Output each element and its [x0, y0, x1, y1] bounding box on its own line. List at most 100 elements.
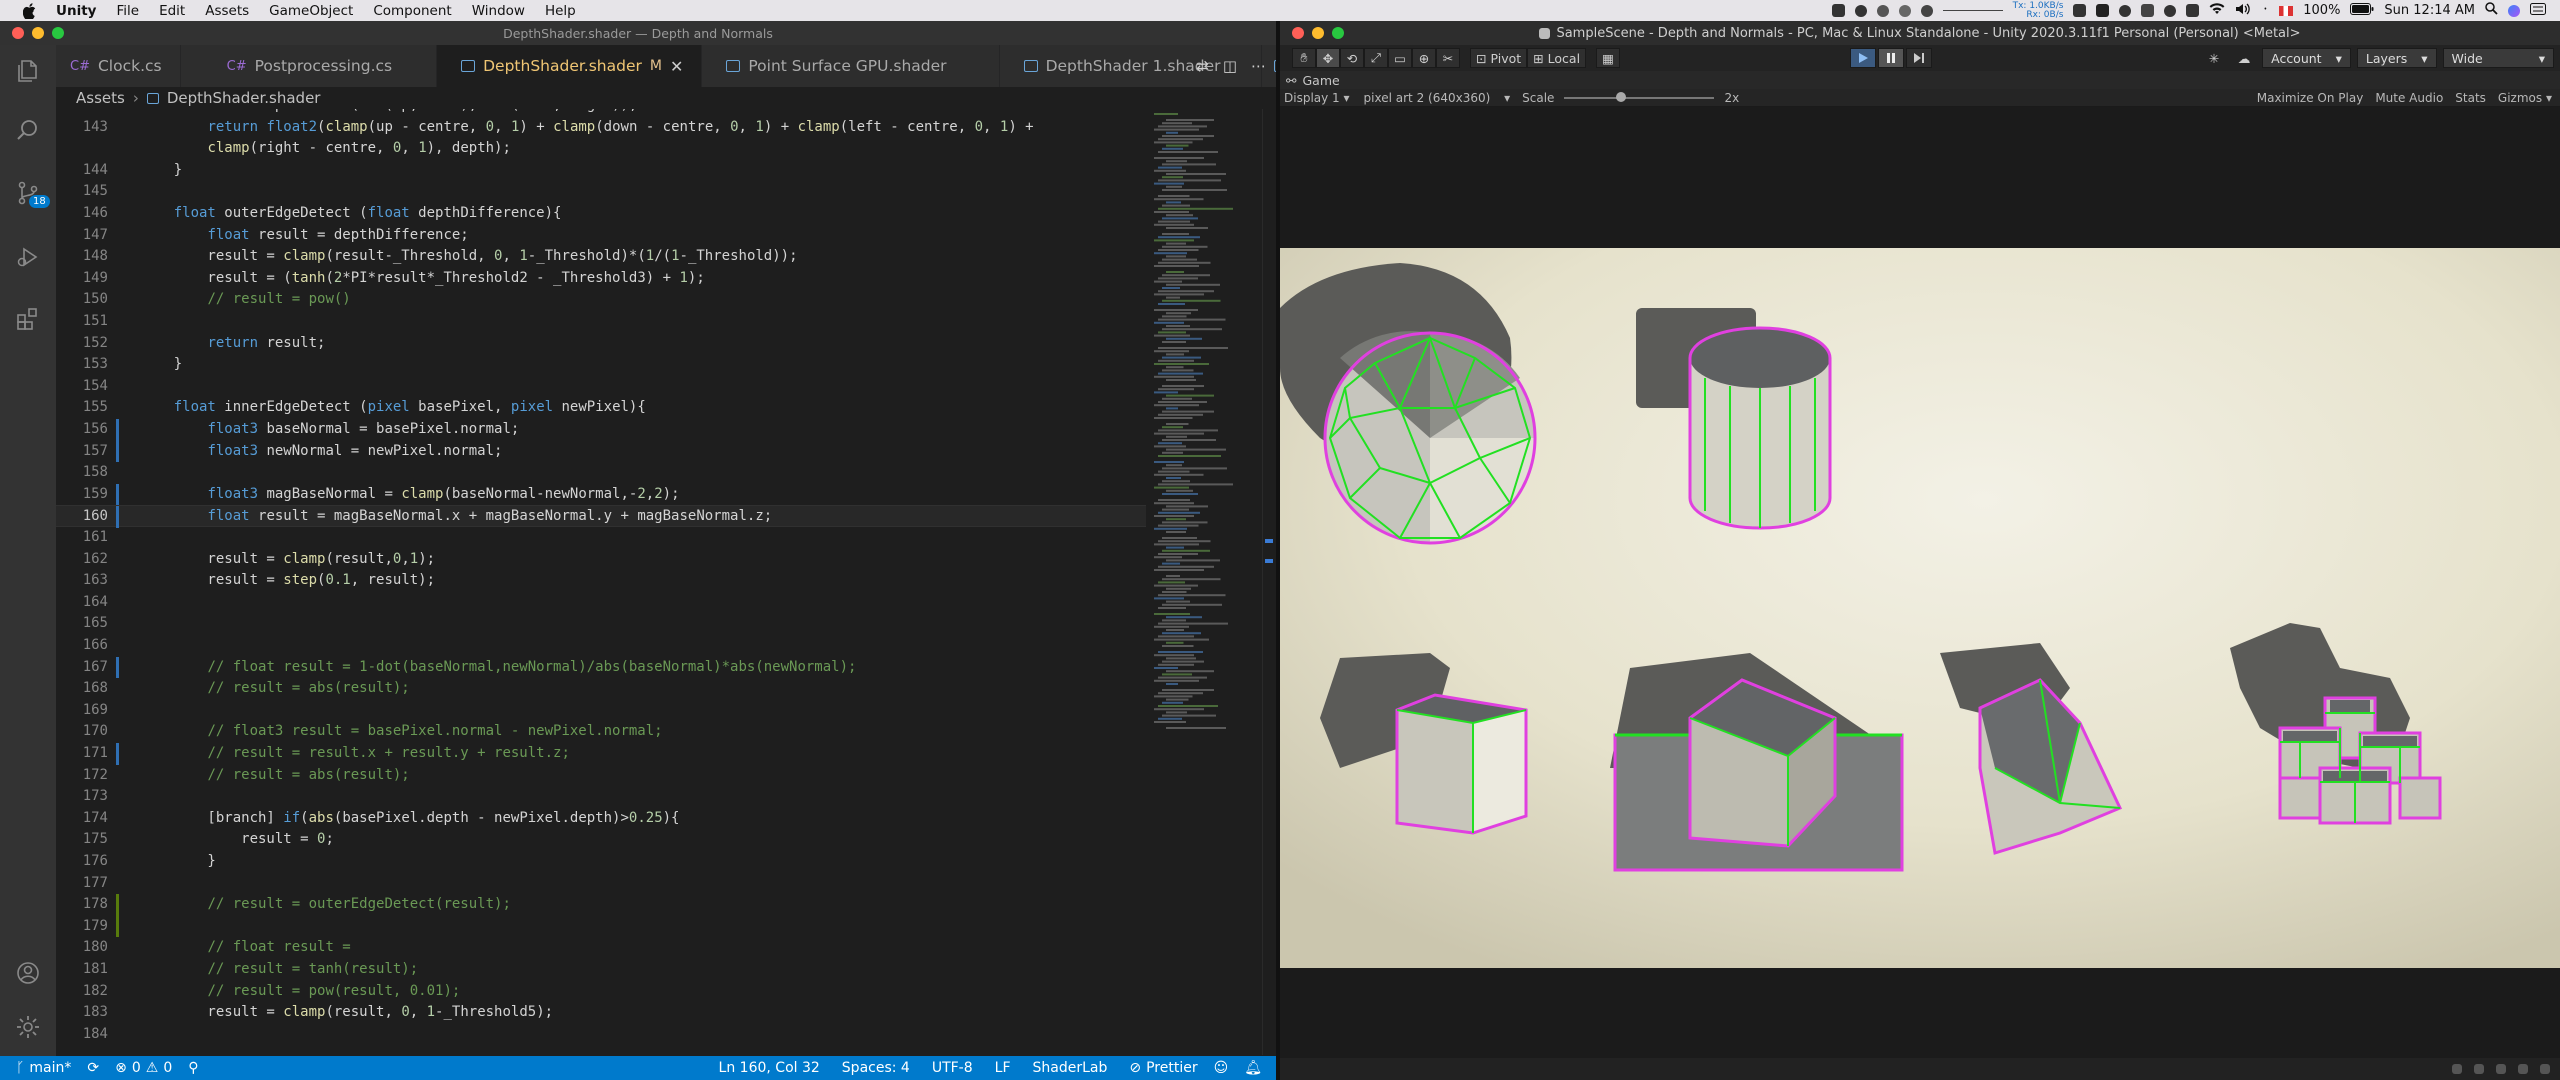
code-line[interactable]: 161	[56, 527, 1146, 549]
rotate-tool-icon[interactable]: ⟲	[1340, 48, 1364, 68]
code-line[interactable]: 156 float3 baseNormal = basePixel.normal…	[56, 419, 1146, 441]
stats-toggle[interactable]: Stats	[2455, 91, 2486, 105]
minimize-window-icon[interactable]	[1312, 27, 1324, 39]
battery-percent[interactable]: 100%	[2303, 3, 2340, 18]
code-line[interactable]: 168 // result = abs(result);	[56, 678, 1146, 700]
run-debug-icon[interactable]	[12, 241, 44, 273]
code-line[interactable]: 159 float3 magBaseNormal = clamp(baseNor…	[56, 483, 1146, 506]
moon-icon[interactable]	[2119, 4, 2132, 17]
menu-component[interactable]: Component	[363, 3, 461, 19]
code-line[interactable]: 144 }	[56, 160, 1146, 182]
code-line[interactable]: 175 result = 0;	[56, 829, 1146, 851]
menu-help[interactable]: Help	[535, 3, 586, 19]
menu-app-name[interactable]: Unity	[46, 3, 106, 19]
pause-button-icon[interactable]	[1878, 48, 1904, 68]
minimize-window-icon[interactable]	[32, 27, 44, 39]
code-line[interactable]: 174 [branch] if(abs(basePixel.depth - ne…	[56, 808, 1146, 830]
move-tool-icon[interactable]: ✥	[1316, 48, 1340, 68]
breadcrumb-assets[interactable]: Assets	[76, 89, 125, 107]
menu-file[interactable]: File	[106, 3, 149, 19]
tab-clock-cs[interactable]: C# Clock.cs	[56, 45, 181, 87]
scale-tool-icon[interactable]: ⤢	[1364, 48, 1388, 68]
record-status-icon[interactable]	[1854, 4, 1867, 17]
play-button-icon[interactable]	[1850, 48, 1876, 68]
pivot-toggle[interactable]: ⊡ Pivot	[1470, 48, 1528, 68]
code-line[interactable]: 181 // result = tanh(result);	[56, 959, 1146, 981]
code-line[interactable]: 157 float3 newNormal = newPixel.normal;	[56, 440, 1146, 463]
menu-assets[interactable]: Assets	[195, 3, 259, 19]
dropbox-icon[interactable]	[2186, 4, 2200, 17]
gizmos-toggle[interactable]: Gizmos ▾	[2498, 91, 2552, 105]
local-toggle[interactable]: ⊞ Local	[1527, 48, 1587, 68]
code-line[interactable]: 166	[56, 635, 1146, 657]
prettier-status[interactable]: ⊘ Prettier	[1121, 1060, 1205, 1076]
notifications-bell-icon[interactable]: 🔔︎	[1236, 1060, 1276, 1076]
game-tab[interactable]: ⚯ Game	[1280, 71, 2560, 89]
code-line[interactable]: 150 // result = pow()	[56, 289, 1146, 311]
game-view-render[interactable]	[1280, 248, 2560, 968]
layers-dropdown[interactable]: Layers ▾	[2356, 48, 2437, 68]
close-window-icon[interactable]	[12, 27, 24, 39]
end-of-line[interactable]: LF	[987, 1060, 1025, 1076]
spotlight-search-icon[interactable]	[2485, 2, 2498, 19]
code-line[interactable]: 163 result = step(0.1, result);	[56, 570, 1146, 592]
open-changes-icon[interactable]: ⇄	[1196, 57, 1209, 75]
zoom-window-icon[interactable]	[1332, 27, 1344, 39]
location-icon[interactable]	[1920, 4, 1933, 17]
bluetooth-icon[interactable]: ᛫	[2261, 3, 2269, 18]
hand-tool-icon[interactable]: ✋︎	[1292, 48, 1316, 68]
code-line[interactable]: 179	[56, 915, 1146, 938]
scale-slider[interactable]	[1564, 91, 1715, 102]
tab-depthshader-shader[interactable]: DepthShader.shader M ✕	[437, 45, 703, 87]
menu-edit[interactable]: Edit	[149, 3, 195, 19]
volume-icon[interactable]	[2235, 3, 2251, 19]
mute-audio-toggle[interactable]: Mute Audio	[2375, 91, 2443, 105]
code-line[interactable]: 172 // result = abs(result);	[56, 765, 1146, 787]
branch-status[interactable]: ᚴ main*	[0, 1060, 79, 1076]
clock[interactable]: Sun 12:14 AM	[2384, 3, 2475, 18]
input-source-flag-icon[interactable]	[2279, 5, 2294, 16]
account-dropdown[interactable]: Account ▾	[2262, 48, 2351, 68]
maximize-on-play-toggle[interactable]: Maximize On Play	[2257, 91, 2364, 105]
code-line[interactable]: 170 // float3 result = basePixel.normal …	[56, 721, 1146, 743]
code-line[interactable]: 160 float result = magBaseNormal.x + mag…	[56, 505, 1146, 528]
code-line[interactable]: clamp(right - centre, 0, 1), depth);	[56, 138, 1146, 160]
extensions-icon[interactable]	[12, 303, 44, 335]
scale-slider-thumb[interactable]	[1616, 91, 1627, 102]
cloud-status-icon[interactable]	[1876, 4, 1889, 17]
source-control-icon[interactable]: 18	[12, 177, 50, 209]
code-line[interactable]: 152 return result;	[56, 333, 1146, 355]
snap-grid-icon[interactable]: ▦	[1596, 48, 1621, 68]
sync-icon[interactable]: ⟳	[79, 1060, 107, 1076]
more-actions-icon[interactable]: ⋯	[1251, 57, 1266, 75]
progress-icon[interactable]	[2452, 1064, 2462, 1074]
code-line[interactable]: 164	[56, 592, 1146, 614]
grid-icon[interactable]	[2141, 4, 2155, 17]
tab-point-surface-gpu-shader[interactable]: Point Surface GPU.shader	[702, 45, 1000, 87]
feedback-icon[interactable]: ☺	[1206, 1060, 1237, 1076]
collab-icon[interactable]: ✳	[2202, 48, 2226, 68]
account-icon[interactable]	[12, 957, 44, 989]
step-button-icon[interactable]	[1906, 48, 1932, 68]
editor-scrollbar[interactable]	[1262, 109, 1274, 1055]
code-line[interactable]: 155 float innerEdgeDetect (pixel basePix…	[56, 397, 1146, 419]
resolution-dropdown[interactable]: pixel art 2 (640x360) ▾	[1364, 91, 1511, 105]
apple-icon[interactable]	[18, 0, 40, 21]
siri-icon[interactable]	[2508, 4, 2520, 17]
settings-gear-icon[interactable]	[12, 1011, 44, 1043]
live-share-icon[interactable]: ⚲	[180, 1060, 206, 1076]
code-line[interactable]: 178 // result = outerEdgeDetect(result);	[56, 894, 1146, 916]
code-line[interactable]: 146 float outerEdgeDetect (float depthDi…	[56, 203, 1146, 225]
code-line[interactable]: 145	[56, 181, 1146, 203]
search-icon[interactable]	[12, 115, 44, 147]
code-line[interactable]: 147 float result = depthDifference;	[56, 225, 1146, 247]
display-dropdown[interactable]: Display 1 ▾	[1284, 91, 1350, 105]
cloud-icon[interactable]: ☁	[2232, 48, 2256, 68]
code-line[interactable]: 171 // result = result.x + result.y + re…	[56, 743, 1146, 765]
language-mode[interactable]: ShaderLab	[1025, 1060, 1122, 1076]
tab-postprocessing-cs[interactable]: C# Postprocessing.cs	[180, 45, 438, 87]
code-line[interactable]: 176 }	[56, 851, 1146, 873]
code-line[interactable]: 162 result = clamp(result,0,1);	[56, 549, 1146, 571]
code-line[interactable]: 165	[56, 613, 1146, 635]
contacts-icon[interactable]	[2073, 4, 2087, 17]
